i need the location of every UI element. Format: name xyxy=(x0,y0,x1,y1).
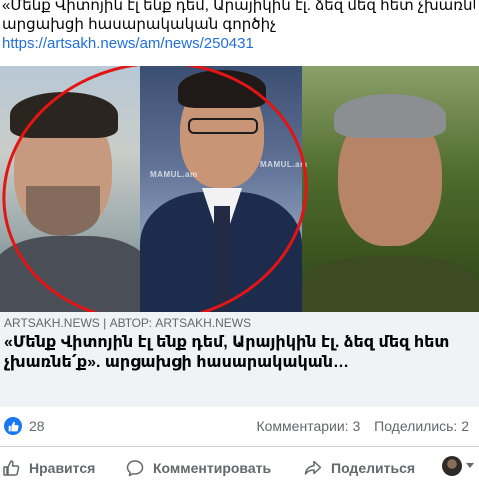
engagement-counts: Комментарии: 3 Поделились: 2 xyxy=(246,418,469,434)
divider xyxy=(0,446,479,447)
avatar[interactable] xyxy=(442,456,462,476)
like-button[interactable]: Нравится xyxy=(2,459,95,477)
post-text-line-1: «Մենք Վիտոյին էլ ենք դեմ, Արայիկին էլ. ձ… xyxy=(2,0,475,14)
preview-image[interactable]: MAMUL.am MAMUL.am xyxy=(0,66,479,312)
comment-button[interactable]: Комментировать xyxy=(126,459,271,477)
action-bar: Нравится Комментировать Поделиться xyxy=(0,454,479,484)
shares-count[interactable]: Поделились: 2 xyxy=(374,418,469,434)
comment-button-label: Комментировать xyxy=(153,460,272,476)
like-button-label: Нравится xyxy=(29,460,96,476)
comment-icon xyxy=(126,460,144,477)
chevron-down-icon[interactable] xyxy=(466,463,474,468)
right-man-hair xyxy=(334,94,446,138)
link-preview-card[interactable]: MAMUL.am MAMUL.am i ARTSAKH.NEWS | АВТОР… xyxy=(0,66,479,407)
link-domain: ARTSAKH.NEWS | АВТОР: ARTSAKH.NEWS xyxy=(4,316,252,330)
like-count[interactable]: 28 xyxy=(29,418,45,434)
link-card-meta[interactable]: ARTSAKH.NEWS | АВТОР: ARTSAKH.NEWS «Մենք… xyxy=(0,312,479,407)
share-icon xyxy=(304,460,322,475)
link-title[interactable]: «Մենք Վիտոյին էլ ենք դեմ, Արայիկին էլ. ձ… xyxy=(4,333,471,373)
comments-count[interactable]: Комментарии: 3 xyxy=(256,418,360,434)
share-button[interactable]: Поделиться xyxy=(304,459,415,477)
right-man-shirt xyxy=(302,256,479,312)
like-reaction-icon[interactable] xyxy=(4,417,22,435)
post-link[interactable]: https://artsakh.news/am/news/250431 xyxy=(2,34,475,53)
photo-right-man xyxy=(302,66,479,312)
reactions-bar: 28 Комментарии: 3 Поделились: 2 xyxy=(0,414,479,440)
share-button-label: Поделиться xyxy=(331,460,416,476)
post-text: «Մենք Վիտոյին էլ ենք դեմ, Արայիկին էլ. ձ… xyxy=(0,0,479,53)
thumbs-up-icon xyxy=(3,460,20,476)
post-text-line-2: արցախցի հասարակական գործիչ xyxy=(2,16,277,33)
